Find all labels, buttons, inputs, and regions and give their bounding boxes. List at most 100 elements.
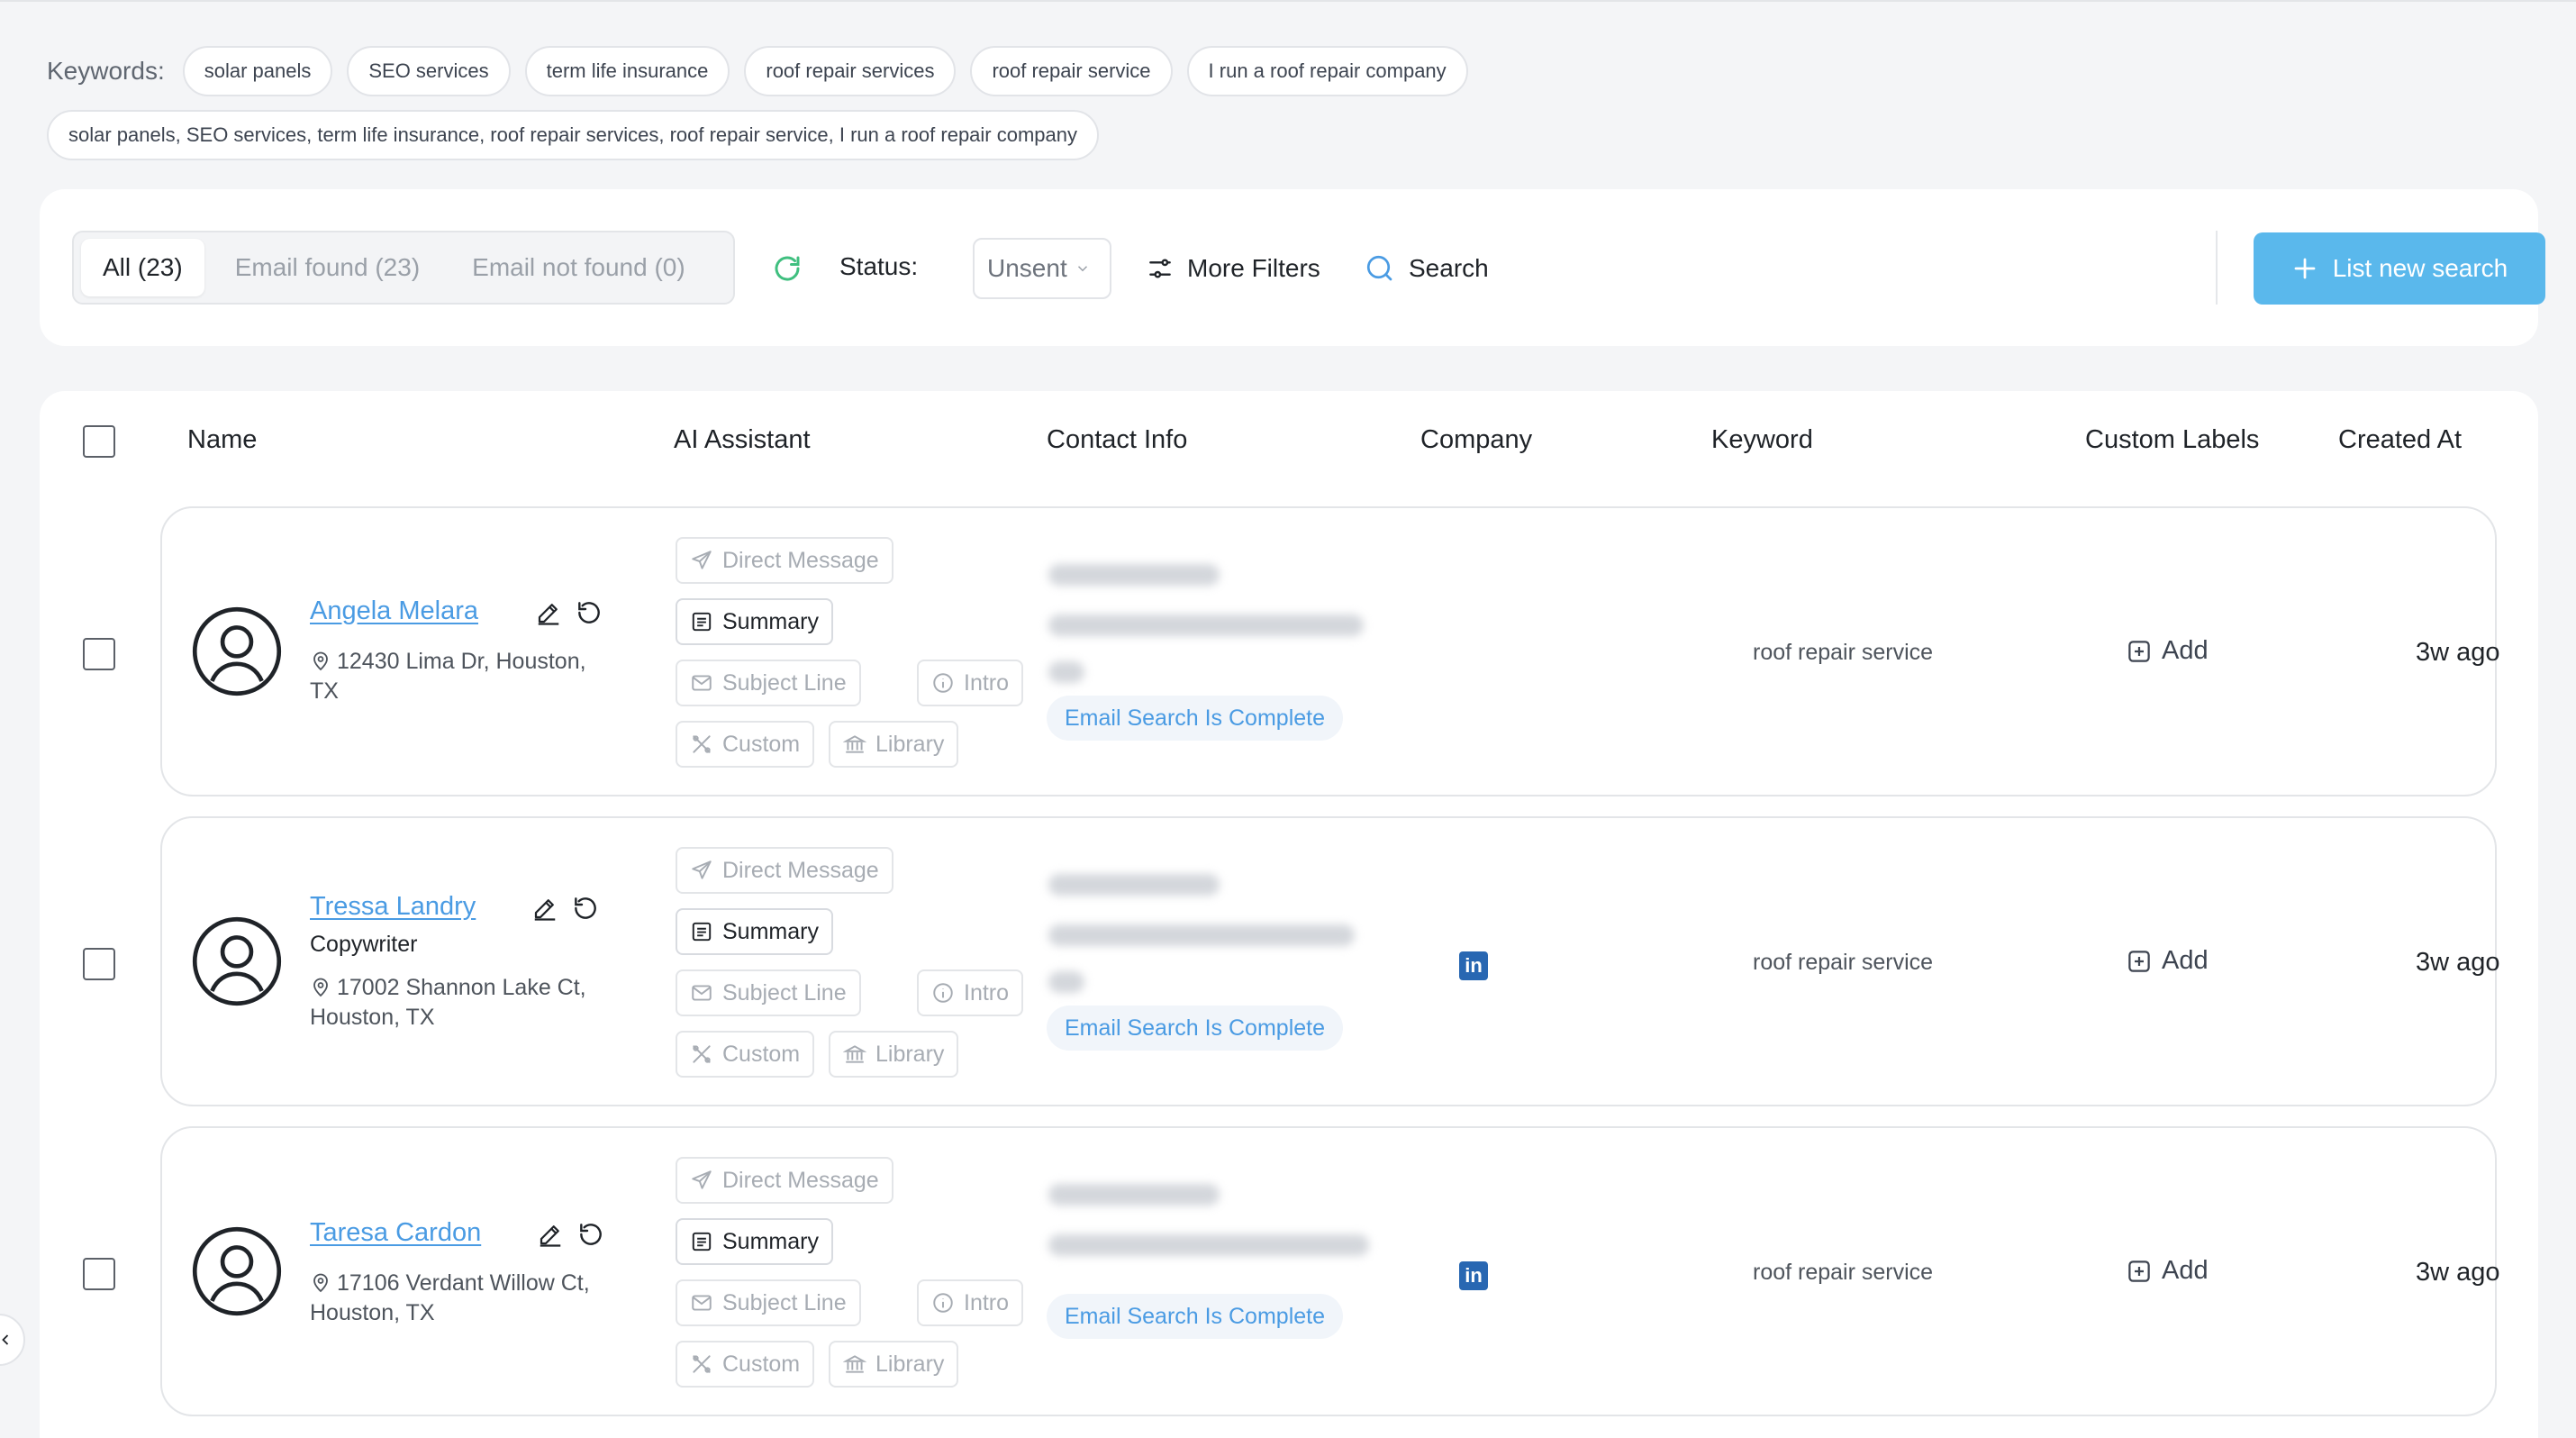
add-label-button[interactable]: Add [2126, 636, 2209, 666]
created-at: 3w ago [2416, 1258, 2500, 1287]
status-label: Status: [839, 252, 919, 280]
add-label-button[interactable]: Add [2126, 946, 2209, 976]
search-button[interactable]: Search [1364, 245, 1489, 292]
tab-email-not-found[interactable]: Email not found (0) [450, 239, 707, 296]
header-contact-info: Contact Info [1047, 425, 1188, 454]
intro-button[interactable]: Intro [917, 969, 1024, 1016]
status-select[interactable]: Unsent [973, 238, 1111, 299]
created-at: 3w ago [2416, 638, 2500, 667]
chevron-down-icon [1077, 266, 1087, 272]
tab-email-found[interactable]: Email found (23) [213, 239, 441, 296]
lead-name-link[interactable]: Taresa Cardon [310, 1218, 481, 1248]
send-icon [692, 1170, 712, 1189]
list-new-search-label: List new search [2332, 254, 2508, 282]
plus-square-icon [2128, 950, 2150, 972]
subject-line-button[interactable]: Subject Line [676, 1279, 861, 1326]
lead-name-link[interactable]: Tressa Landry [310, 892, 476, 922]
subject-line-label: Subject Line [722, 1289, 847, 1315]
subject-line-button[interactable]: Subject Line [676, 660, 861, 706]
pencil-icon[interactable] [531, 895, 558, 922]
email-redacted [1048, 1234, 1369, 1256]
sidebar-toggle[interactable] [0, 1314, 25, 1366]
library-button[interactable]: Library [829, 1031, 959, 1078]
map-pin-icon [313, 651, 328, 671]
table-row: Taresa Cardon 17106 Verdant Willow Ct, H… [160, 1126, 2500, 1416]
keyword-chip[interactable]: I run a roof repair company [1186, 46, 1468, 96]
keyword-chip[interactable]: roof repair services [744, 46, 957, 96]
add-label-button[interactable]: Add [2126, 1256, 2209, 1286]
document-icon [692, 1232, 712, 1251]
info-icon [933, 673, 953, 693]
header-created-at[interactable]: Created At [2338, 425, 2462, 455]
pencil-icon[interactable] [535, 599, 562, 626]
send-icon [692, 860, 712, 879]
plus-square-icon [2128, 1260, 2150, 1282]
add-label-text: Add [2162, 636, 2209, 665]
custom-button[interactable]: Custom [676, 1031, 815, 1078]
subject-line-button[interactable]: Subject Line [676, 969, 861, 1016]
intro-button[interactable]: Intro [917, 660, 1024, 706]
lead-job-title: Copywriter [310, 932, 418, 957]
tools-icon [693, 1045, 711, 1063]
library-button[interactable]: Library [829, 721, 959, 768]
sliders-icon [1149, 259, 1171, 278]
rotate-icon[interactable] [571, 894, 600, 923]
pencil-icon[interactable] [537, 1221, 564, 1248]
library-label: Library [875, 731, 945, 757]
keyword-chip[interactable]: SEO services [347, 46, 511, 96]
list-new-search-button[interactable]: List new search [2254, 232, 2545, 305]
summary-button[interactable]: Summary [676, 1218, 833, 1265]
search-label: Search [1409, 254, 1489, 282]
subject-line-label: Subject Line [722, 669, 847, 696]
direct-message-label: Direct Message [722, 857, 879, 883]
summary-button[interactable]: Summary [676, 908, 833, 955]
info-icon [933, 1293, 953, 1313]
email-status-badge: Email Search Is Complete [1047, 696, 1344, 741]
more-filters-label: More Filters [1187, 254, 1320, 282]
top-divider [0, 0, 2576, 2]
select-all-checkbox[interactable] [83, 425, 115, 458]
row-checkbox[interactable] [83, 948, 115, 980]
name-actions [531, 894, 600, 923]
library-button[interactable]: Library [829, 1341, 959, 1388]
lead-keyword: roof repair service [1753, 950, 1934, 975]
linkedin-icon[interactable]: in [1459, 951, 1488, 980]
custom-label: Custom [722, 1351, 801, 1377]
keyword-chip[interactable]: solar panels [182, 46, 333, 96]
header-name[interactable]: Name [187, 425, 257, 455]
row-checkbox[interactable] [83, 1258, 115, 1290]
lead-address-text: 12430 Lima Dr, Houston, TX [310, 649, 586, 704]
intro-button[interactable]: Intro [917, 1279, 1024, 1326]
custom-button[interactable]: Custom [676, 721, 815, 768]
result-tabs: All (23) Email found (23) Email not foun… [72, 231, 735, 305]
row-checkbox[interactable] [83, 638, 115, 670]
library-label: Library [875, 1351, 945, 1377]
keyword-chip-combined[interactable]: solar panels, SEO services, term life in… [47, 110, 1100, 160]
library-icon [843, 1045, 866, 1063]
lead-name-link[interactable]: Angela Melara [310, 596, 478, 626]
lead-keyword: roof repair service [1753, 640, 1934, 665]
linkedin-icon[interactable]: in [1459, 1261, 1488, 1290]
lead-address: 12430 Lima Dr, Houston, TX [310, 647, 616, 706]
keywords-combined-row: solar panels, SEO services, term life in… [47, 110, 1100, 160]
plus-square-icon [2128, 640, 2150, 662]
rotate-icon[interactable] [575, 598, 603, 627]
direct-message-button[interactable]: Direct Message [676, 1157, 893, 1204]
name-actions [537, 1220, 605, 1249]
keyword-chip[interactable]: term life insurance [524, 46, 730, 96]
custom-button[interactable]: Custom [676, 1341, 815, 1388]
keyword-chip[interactable]: roof repair service [970, 46, 1173, 96]
add-label-text: Add [2162, 1256, 2209, 1285]
email-status-badge: Email Search Is Complete [1047, 1294, 1344, 1339]
phone-redacted [1048, 874, 1220, 896]
summary-button[interactable]: Summary [676, 598, 833, 645]
rotate-icon[interactable] [576, 1220, 605, 1249]
refresh-icon[interactable] [771, 252, 803, 285]
more-filters-button[interactable]: More Filters [1146, 245, 1320, 292]
direct-message-button[interactable]: Direct Message [676, 537, 893, 584]
summary-label: Summary [722, 1228, 819, 1254]
direct-message-button[interactable]: Direct Message [676, 847, 893, 894]
tab-all[interactable]: All (23) [81, 239, 204, 296]
header-custom-labels: Custom Labels [2085, 425, 2260, 454]
email-status-badge: Email Search Is Complete [1047, 1006, 1344, 1051]
